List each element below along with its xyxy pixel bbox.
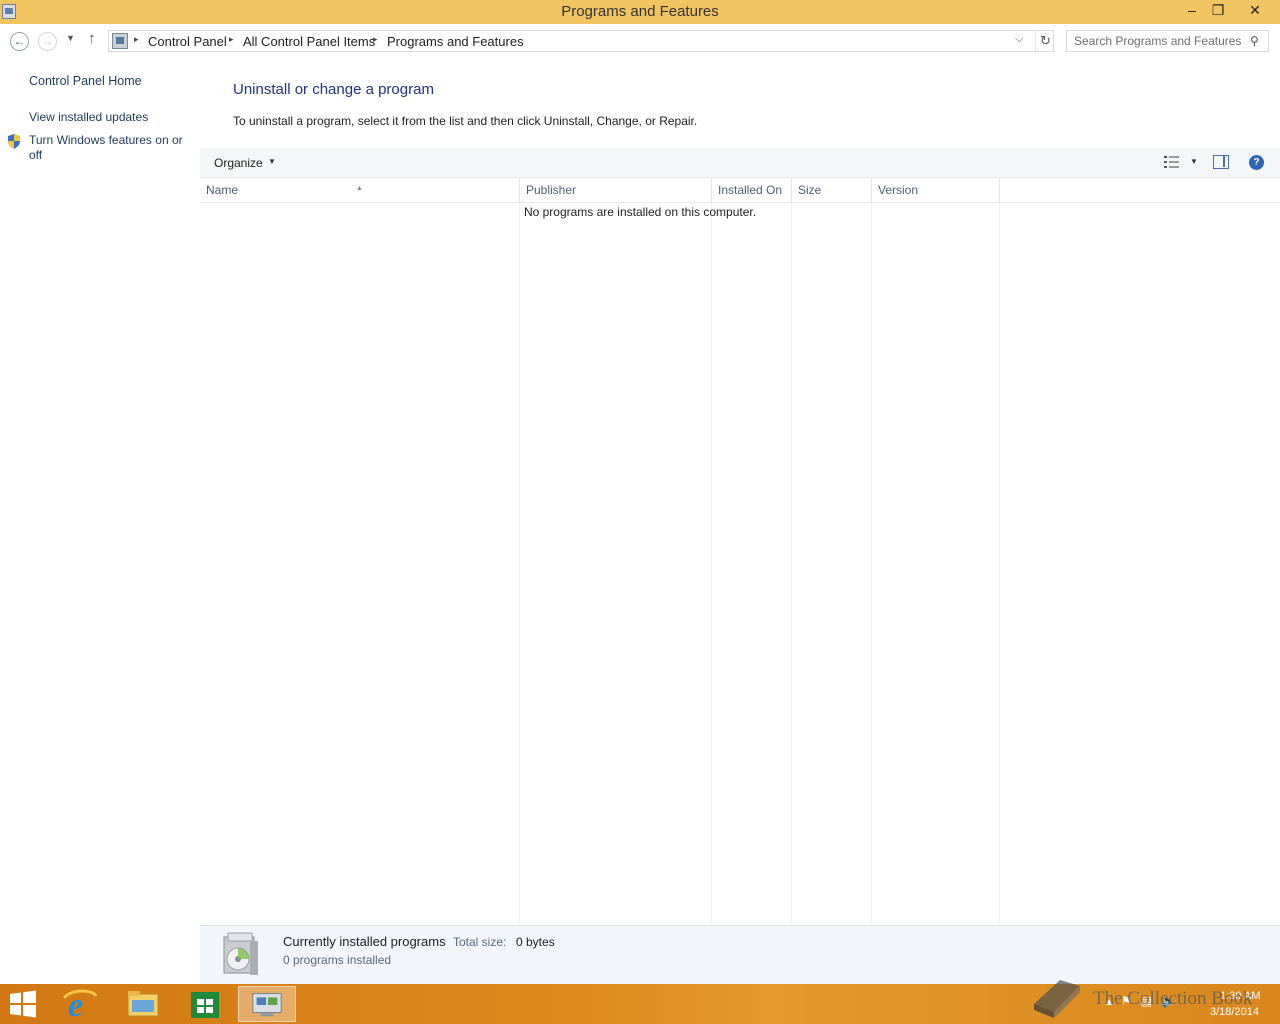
programs-box-icon bbox=[223, 932, 258, 975]
empty-list-message: No programs are installed on this comput… bbox=[200, 205, 1280, 219]
sort-ascending-icon: ▲ bbox=[356, 185, 363, 192]
watermark-text: The Collection Book bbox=[1093, 988, 1253, 1009]
search-icon[interactable]: ⚲ bbox=[1250, 34, 1259, 48]
command-bar: Organize ▼ ▼ ? bbox=[200, 148, 1280, 178]
refresh-button[interactable]: ↻ bbox=[1035, 31, 1055, 51]
empty-message-text: No programs are installed on this comput… bbox=[523, 205, 757, 219]
breadcrumb-programs-and-features[interactable]: Programs and Features bbox=[387, 34, 524, 49]
back-button[interactable]: ← bbox=[10, 32, 29, 51]
column-header-name[interactable]: Name ▲ bbox=[200, 178, 520, 203]
column-divider bbox=[999, 203, 1000, 925]
breadcrumb-separator-icon[interactable]: ▸ bbox=[373, 34, 378, 45]
view-installed-updates-link[interactable]: View installed updates bbox=[29, 110, 148, 125]
total-size-value: 0 bytes bbox=[516, 935, 555, 949]
close-button[interactable]: ✕ bbox=[1240, 0, 1270, 22]
breadcrumb-control-panel[interactable]: Control Panel bbox=[148, 34, 227, 49]
column-divider bbox=[871, 203, 872, 925]
view-options-icon[interactable] bbox=[1164, 155, 1180, 169]
column-divider bbox=[711, 203, 712, 925]
organize-button[interactable]: Organize bbox=[214, 156, 263, 170]
windows-start-icon[interactable] bbox=[8, 990, 38, 1018]
help-icon[interactable]: ? bbox=[1249, 155, 1264, 170]
details-title: Currently installed programs bbox=[283, 934, 446, 949]
search-input[interactable] bbox=[1067, 31, 1247, 51]
column-header-size[interactable]: Size bbox=[792, 178, 872, 203]
breadcrumb-separator-icon[interactable]: ▸ bbox=[134, 34, 139, 45]
column-header-publisher[interactable]: Publisher bbox=[520, 178, 712, 203]
organize-chevron-down-icon[interactable]: ▼ bbox=[268, 157, 276, 166]
file-explorer-icon[interactable] bbox=[114, 986, 172, 1022]
control-panel-location-icon bbox=[112, 33, 128, 49]
program-count: 0 programs installed bbox=[283, 953, 392, 967]
navigation-bar: ← → ▼ ↑ ▸ Control Panel ▸ All Control Pa… bbox=[0, 24, 1280, 58]
store-icon[interactable] bbox=[176, 986, 234, 1022]
recent-locations-chevron-icon[interactable]: ▼ bbox=[66, 33, 75, 43]
control-panel-home-link[interactable]: Control Panel Home bbox=[29, 74, 142, 89]
page-title: Uninstall or change a program bbox=[233, 81, 434, 98]
column-header-installed-on[interactable]: Installed On bbox=[712, 178, 792, 203]
shield-icon bbox=[8, 134, 20, 149]
breadcrumb-separator-icon[interactable]: ▸ bbox=[229, 34, 234, 45]
up-button[interactable]: ↑ bbox=[88, 30, 96, 47]
internet-explorer-icon[interactable]: e bbox=[52, 986, 110, 1022]
windows-features-link[interactable]: Turn Windows features on or off bbox=[29, 133, 194, 163]
total-size-label: Total size: bbox=[453, 935, 507, 949]
address-dropdown-icon[interactable]: ⌵ bbox=[1015, 33, 1023, 46]
view-chevron-down-icon[interactable]: ▼ bbox=[1190, 157, 1198, 166]
column-divider bbox=[519, 203, 520, 925]
search-box[interactable]: ⚲ bbox=[1066, 30, 1269, 52]
forward-button[interactable]: → bbox=[38, 32, 57, 51]
column-divider bbox=[791, 203, 792, 925]
page-description: To uninstall a program, select it from t… bbox=[233, 114, 698, 128]
window-title: Programs and Features bbox=[561, 3, 719, 20]
preview-pane-icon[interactable] bbox=[1213, 155, 1229, 169]
breadcrumb-all-control-panel-items[interactable]: All Control Panel Items bbox=[243, 34, 375, 49]
program-list-header: Name ▲ Publisher Installed On Size Versi… bbox=[200, 178, 1280, 203]
column-label: Name bbox=[206, 183, 239, 197]
control-panel-taskbar-icon[interactable] bbox=[238, 986, 296, 1022]
address-bar[interactable]: ▸ Control Panel ▸ All Control Panel Item… bbox=[108, 30, 1054, 52]
maximize-button[interactable]: ❐ bbox=[1204, 0, 1232, 22]
left-pane: Control Panel Home View installed update… bbox=[0, 58, 200, 984]
column-header-version[interactable]: Version bbox=[872, 178, 1000, 203]
title-bar: Programs and Features – ❐ ✕ bbox=[0, 0, 1280, 24]
minimize-button[interactable]: – bbox=[1178, 0, 1206, 22]
